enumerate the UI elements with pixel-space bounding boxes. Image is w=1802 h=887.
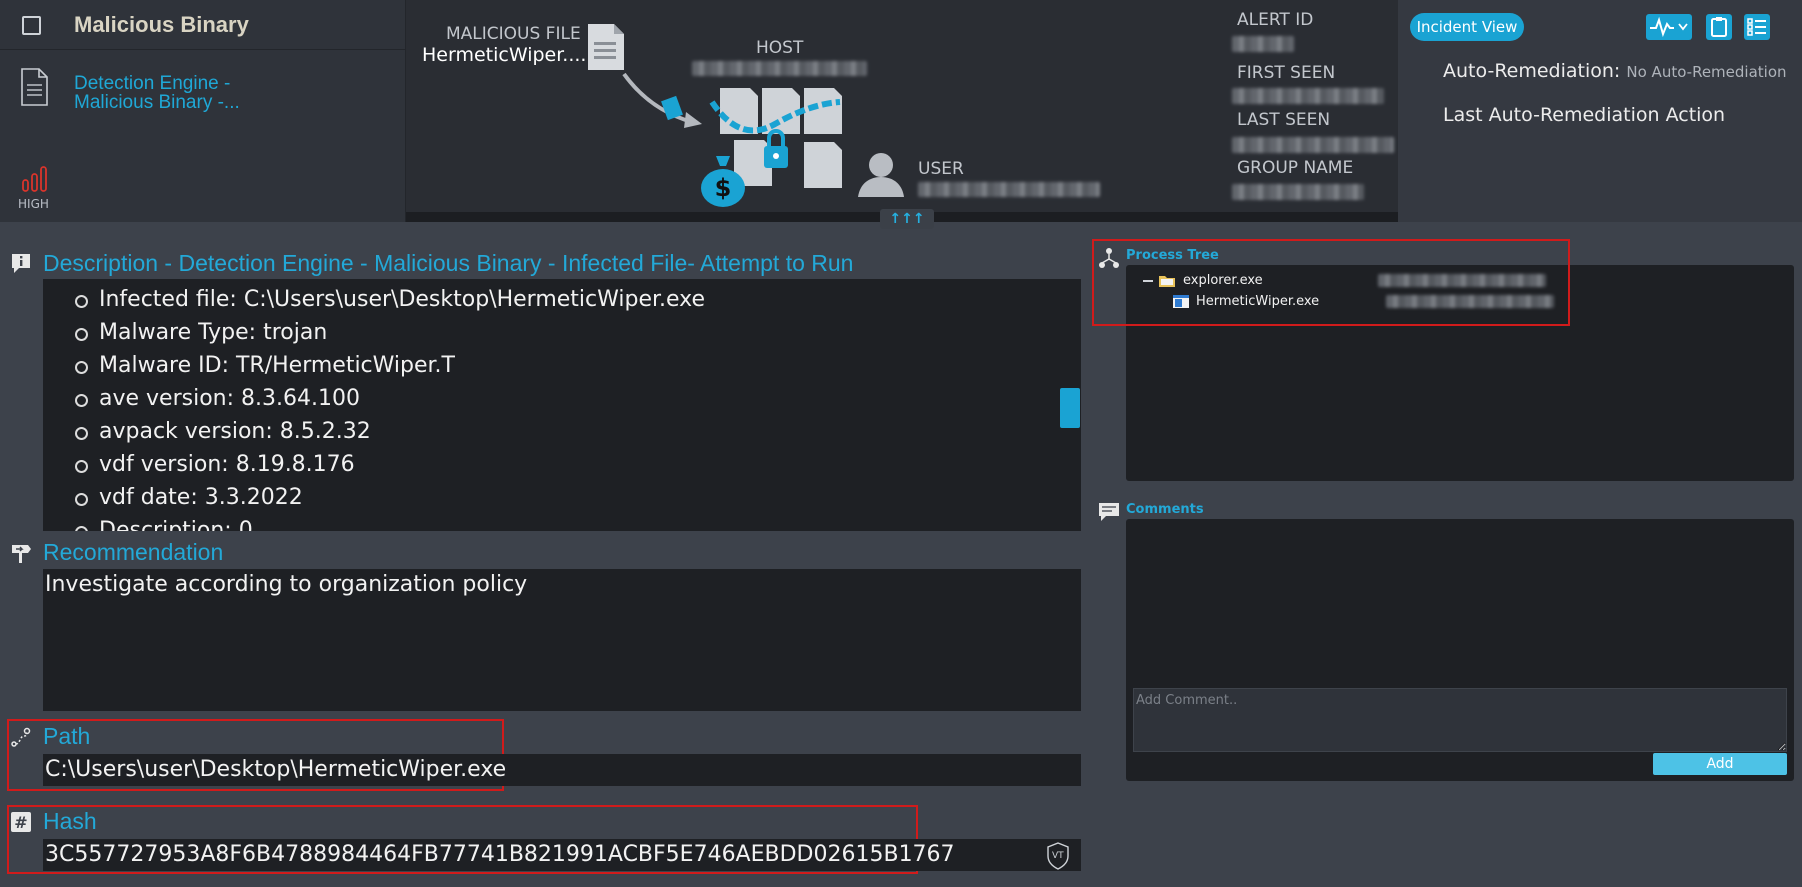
last-seen-label: LAST SEEN — [1237, 110, 1331, 130]
alert-id-label: ALERT ID — [1237, 10, 1314, 30]
expand-graphic-button[interactable]: ↑↑↑ — [880, 209, 934, 229]
severity-label: HIGH — [18, 197, 49, 211]
last-seen-redacted — [1232, 137, 1394, 153]
description-box[interactable]: Infected file: C:\Users\user\Desktop\Her… — [43, 279, 1081, 531]
collapse-icon[interactable] — [1143, 280, 1153, 282]
auto-remediation-row: Auto-Remediation: No Auto-Remediation — [1443, 60, 1787, 82]
alert-title: Malicious Binary — [74, 12, 249, 37]
list-item: ave version: 8.3.64.100 — [75, 382, 1081, 415]
tree-node-redacted — [1386, 295, 1554, 308]
activity-dropdown-button[interactable] — [1646, 14, 1692, 40]
auto-remediation-label: Auto-Remediation: — [1443, 60, 1621, 82]
auto-remediation-value: No Auto-Remediation — [1626, 63, 1787, 81]
alert-id-redacted — [1232, 36, 1294, 52]
folder-icon — [1159, 276, 1175, 287]
list-view-button[interactable] — [1744, 14, 1770, 40]
severity-high-icon — [22, 166, 47, 192]
description-title: Description - Detection Engine - Malicio… — [43, 250, 854, 276]
hash-value: 3C557727953A8F6B4788984464FB77741B821991… — [43, 839, 1081, 871]
recommendation-title: Recommendation — [43, 539, 224, 565]
incident-view-button[interactable]: Incident View — [1410, 13, 1524, 41]
attack-arrow-icon — [622, 72, 702, 128]
user-avatar-icon — [858, 153, 904, 197]
executable-icon — [1173, 295, 1189, 308]
list-item: Description: 0 — [75, 514, 1081, 531]
host-label: HOST — [756, 38, 804, 58]
comments-title: Comments — [1126, 502, 1204, 517]
description-scrollbar[interactable] — [1060, 388, 1080, 428]
select-alert-checkbox[interactable] — [22, 16, 41, 35]
list-item: Malware ID: TR/HermeticWiper.T — [75, 349, 1081, 382]
info-icon — [12, 254, 30, 273]
list-item: vdf date: 3.3.2022 — [75, 481, 1081, 514]
first-seen-redacted — [1232, 88, 1384, 104]
list-item: avpack version: 8.5.2.32 — [75, 415, 1081, 448]
tree-node-hermeticwiper[interactable]: HermeticWiper.exe — [1196, 294, 1319, 309]
clipboard-button[interactable] — [1706, 14, 1732, 40]
path-icon — [11, 727, 31, 747]
tree-node-explorer[interactable]: explorer.exe — [1183, 273, 1263, 288]
malicious-file-value[interactable]: HermeticWiper.... — [422, 44, 586, 66]
add-comment-input[interactable] — [1133, 688, 1787, 752]
svg-text:$: $ — [715, 174, 732, 202]
virustotal-label: VT — [1052, 851, 1064, 861]
user-value-redacted — [918, 182, 1100, 197]
signpost-icon — [12, 545, 31, 563]
group-name-label: GROUP NAME — [1237, 158, 1354, 178]
hash-icon: # — [11, 812, 31, 832]
list-icon — [1747, 18, 1766, 36]
last-auto-remediation-label: Last Auto-Remediation Action — [1443, 104, 1726, 126]
virustotal-button[interactable]: VT — [1038, 841, 1078, 871]
host-value-redacted — [692, 61, 867, 76]
detection-engine-link[interactable]: Detection Engine - Malicious Binary -... — [74, 74, 304, 112]
path-title: Path — [43, 723, 91, 749]
tree-node-redacted — [1378, 274, 1546, 287]
add-comment-button[interactable]: Add — [1653, 753, 1787, 775]
list-item: Infected file: C:\Users\user\Desktop\Her… — [75, 283, 1081, 316]
clipboard-icon — [1711, 17, 1727, 37]
description-list: Infected file: C:\Users\user\Desktop\Her… — [43, 279, 1081, 531]
svg-text:#: # — [14, 813, 27, 832]
first-seen-label: FIRST SEEN — [1237, 63, 1336, 83]
malicious-file-label: MALICIOUS FILE — [446, 24, 581, 44]
activity-icon — [1650, 16, 1688, 38]
recommendation-box: Investigate according to organization po… — [43, 569, 1081, 711]
path-value: C:\Users\user\Desktop\HermeticWiper.exe — [43, 754, 1081, 786]
comment-icon — [1099, 503, 1119, 521]
file-icon — [588, 24, 624, 70]
list-item: vdf version: 8.19.8.176 — [75, 448, 1081, 481]
money-bag-icon: $ — [701, 156, 745, 207]
document-icon — [21, 68, 48, 106]
user-label: USER — [918, 159, 964, 179]
list-item: Malware Type: trojan — [75, 316, 1081, 349]
hash-title: Hash — [43, 808, 97, 834]
group-name-redacted — [1232, 184, 1364, 200]
alert-summary-panel: Malicious Binary Detection Engine - Mali… — [0, 0, 406, 222]
